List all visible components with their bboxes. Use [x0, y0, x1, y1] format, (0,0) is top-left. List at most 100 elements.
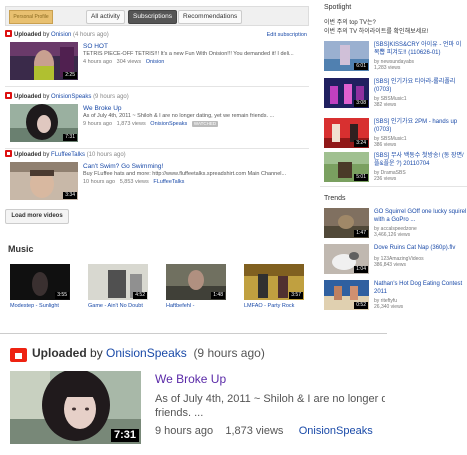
- video-age: 4 hours ago: [83, 59, 113, 65]
- music-caption[interactable]: Game - Ain't No Doubt: [88, 303, 143, 309]
- trend-views: 3,466,126 views: [374, 232, 411, 238]
- spotlight-thumbnail[interactable]: 3:24: [324, 118, 369, 148]
- video-age: 9 hours ago: [155, 425, 214, 437]
- spotlight-item[interactable]: 3:08 [SBS] 인기가요 티아라-롤리폴리 (0703) by SBSMu…: [324, 78, 467, 112]
- trend-item[interactable]: 0:52 Nathan's Hot Dog Eating Contest 201…: [324, 280, 467, 314]
- video-info: Can't Swim? Go Swimming! Buy FLuffee hat…: [83, 162, 305, 186]
- video-meta: 9 hours ago 1,873 views OnisionSpeaks: [155, 425, 373, 437]
- zoom-divider: [0, 333, 387, 334]
- spotlight-title[interactable]: [SBS] 인기가요 2PM - hands up (0703): [374, 118, 467, 134]
- by-label: by: [43, 32, 50, 38]
- tab-recommendations[interactable]: Recommendations: [178, 10, 243, 24]
- spotlight-views: 236 views: [374, 176, 397, 182]
- video-thumbnail[interactable]: 7:31: [10, 104, 78, 142]
- video-title[interactable]: SO HOT: [83, 42, 305, 51]
- video-description: As of July 4th, 2011 ~ Shiloh & I are no…: [155, 392, 385, 420]
- edit-subscription-link[interactable]: Edit subscription: [267, 30, 307, 40]
- trend-thumbnail[interactable]: 0:52: [324, 280, 369, 310]
- upload-age: (10 hours ago): [86, 152, 126, 158]
- uploaded-label: Uploaded: [14, 32, 42, 38]
- view-count: 5,853 views: [119, 179, 149, 185]
- upload-icon: [5, 150, 12, 157]
- spotlight-views: 382 views: [374, 102, 397, 108]
- video-thumbnail[interactable]: 2:25: [10, 42, 78, 80]
- spotlight-thumbnail[interactable]: 5:01: [324, 152, 369, 182]
- music-thumbnail[interactable]: 3:55: [10, 264, 70, 300]
- view-count: 304 views: [116, 59, 142, 65]
- music-caption[interactable]: Modestep - Sunlight: [10, 303, 59, 309]
- upload-icon: [5, 30, 12, 37]
- upload-header: Uploaded by Onision (4 hours ago): [5, 30, 109, 40]
- video-title[interactable]: We Broke Up: [83, 104, 305, 113]
- description-line: friends. ...: [155, 407, 204, 419]
- duration-badge: 5:01: [354, 174, 368, 181]
- upload-header: Uploaded by OnisionSpeaks (9 hours ago): [5, 92, 129, 102]
- profile-logo[interactable]: Personal Profile: [9, 10, 53, 24]
- channel-link[interactable]: Onision: [146, 59, 165, 65]
- by-label: by: [43, 94, 50, 100]
- description-line: As of July 4th, 2011 ~ Shiloh & I are no…: [155, 393, 385, 405]
- spotlight-item[interactable]: 3:24 [SBS] 인기가요 2PM - hands up (0703) by…: [324, 118, 467, 152]
- video-title[interactable]: Can't Swim? Go Swimming!: [83, 162, 305, 171]
- video-thumbnail[interactable]: 3:34: [10, 162, 78, 200]
- trend-title[interactable]: Dove Ruins Cat Nap (360p).flv: [374, 244, 467, 252]
- trend-thumbnail[interactable]: 1:04: [324, 244, 369, 274]
- video-info: We Broke Up As of July 4th, 2011 ~ Shilo…: [83, 104, 305, 128]
- uploaded-label: Uploaded: [32, 346, 87, 360]
- music-thumbnail[interactable]: 1:48: [166, 264, 226, 300]
- load-more-button[interactable]: Load more videos: [5, 209, 69, 224]
- view-count: 1,873 views: [225, 425, 284, 437]
- upload-age: (9 hours ago): [93, 94, 129, 100]
- channel-link[interactable]: FLuffeeTalks: [153, 179, 184, 185]
- spotlight-title[interactable]: [SBS] 인기가요 티아라-롤리폴리 (0703): [374, 78, 467, 94]
- trend-title[interactable]: GO Squirrel GOff one lucky squirel with …: [374, 208, 467, 224]
- spotlight-title[interactable]: [SBS] 무사 백동수 첫방송! (동 장면/플&플운 ?) 20110704: [374, 152, 467, 168]
- duration-badge: 2:25: [63, 72, 77, 79]
- upload-age: (4 hours ago): [73, 32, 109, 38]
- music-caption[interactable]: LMFAO - Party Rock: [244, 303, 294, 309]
- duration-badge: 7:31: [63, 134, 77, 141]
- video-info: SO HOT TETRIS PIECE-OFF TETRIS!!! It's a…: [83, 42, 305, 66]
- uploaded-label: Uploaded: [14, 94, 42, 100]
- spotlight-item[interactable]: 6:01 [SBS]KISS&CRY 아이유 - 언마 이 목뽑 피겨도!! (…: [324, 41, 467, 75]
- tab-all-activity[interactable]: All activity: [86, 10, 125, 24]
- video-meta: 4 hours ago 304 views Onision: [83, 58, 305, 66]
- trend-title[interactable]: Nathan's Hot Dog Eating Contest 2011: [374, 280, 467, 296]
- music-thumbnail[interactable]: 3:57: [244, 264, 304, 300]
- spotlight-title[interactable]: [SBS]KISS&CRY 아이유 - 언마 이 목뽑 피겨도!! (11062…: [374, 41, 467, 57]
- music-caption[interactable]: Haftbefehl -: [166, 303, 194, 309]
- spotlight-views: 1,283 views: [374, 65, 401, 71]
- spotlight-heading: Spotlight: [324, 4, 352, 11]
- trend-item[interactable]: 1:04 Dove Ruins Cat Nap (360p).flv by 12…: [324, 244, 467, 278]
- music-thumbnail[interactable]: 4:52: [88, 264, 148, 300]
- divider: [5, 86, 309, 87]
- music-heading: Music: [8, 244, 34, 254]
- duration-badge: 3:08: [354, 100, 368, 107]
- duration-badge: 3:55: [55, 292, 69, 299]
- duration-badge: 0:52: [354, 302, 368, 309]
- logo-text: Personal Profile: [13, 14, 49, 20]
- uploader-link[interactable]: OnisionSpeaks: [106, 346, 187, 360]
- upload-icon: [5, 92, 12, 99]
- uploader-link[interactable]: FLuffeeTalks: [51, 152, 85, 158]
- tab-subscriptions[interactable]: Subscriptions: [128, 10, 178, 24]
- duration-badge: 1:47: [354, 230, 368, 237]
- duration-badge: 3:57: [289, 292, 303, 299]
- spotlight-item[interactable]: 5:01 [SBS] 무사 백동수 첫방송! (동 장면/플&플운 ?) 201…: [324, 152, 467, 186]
- video-meta: 10 hours ago 5,853 views FLuffeeTalks: [83, 178, 305, 186]
- spotlight-thumbnail[interactable]: 3:08: [324, 78, 369, 108]
- video-description: As of July 4th, 2011 ~ Shiloh & I are no…: [83, 113, 275, 119]
- trend-item[interactable]: 1:47 GO Squirrel GOff one lucky squirel …: [324, 208, 467, 242]
- channel-link[interactable]: OnisionSpeaks: [150, 121, 187, 127]
- spotlight-thumbnail[interactable]: 6:01: [324, 41, 369, 71]
- channel-link[interactable]: OnisionSpeaks: [299, 425, 373, 437]
- trend-views: 386,843 views: [374, 262, 406, 268]
- video-thumbnail[interactable]: 7:31: [10, 371, 141, 444]
- divider: [5, 148, 309, 149]
- video-title[interactable]: We Broke Up: [155, 372, 226, 386]
- by-label: by: [43, 152, 50, 158]
- upload-age: (9 hours ago): [193, 346, 265, 360]
- uploader-link[interactable]: Onision: [51, 32, 71, 38]
- uploader-link[interactable]: OnisionSpeaks: [51, 94, 91, 100]
- trend-thumbnail[interactable]: 1:47: [324, 208, 369, 238]
